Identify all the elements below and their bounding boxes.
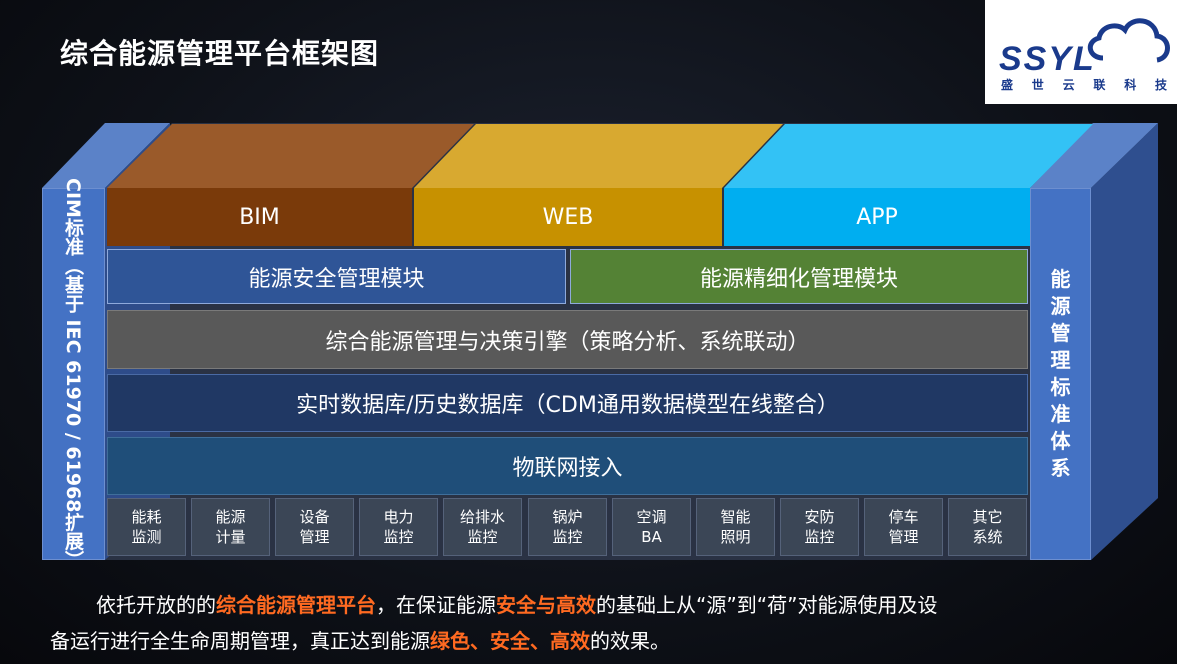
refined-module-label: 能源精细化管理模块: [699, 266, 898, 292]
subsystem-label: 管理: [299, 528, 330, 546]
right-pillar-char: 准: [1050, 402, 1071, 426]
subsystem-label: 设备: [299, 508, 330, 526]
description-text: 依托开放的的综合能源管理平台，在保证能源安全与高效的基础上从“源”到“荷”对能源…: [50, 587, 1150, 659]
subsystem-item: 其它 系统: [948, 498, 1027, 556]
decision-engine-label: 综合能源管理与决策引擎（策略分析、系统联动）: [325, 329, 810, 355]
left-pillar-label: CIM标准（基于 IEC 61970 / 61968扩展）: [62, 178, 84, 570]
left-pillar: CIM标准（基于 IEC 61970 / 61968扩展）: [42, 178, 105, 570]
subsystem-label: 其它: [972, 508, 1003, 526]
security-module-label: 能源安全管理模块: [248, 266, 425, 292]
right-pillar-label: 能源管理标准体系: [1051, 266, 1071, 482]
plain-text: 的效果。: [590, 629, 670, 653]
plain-text: 依托开放的的: [96, 593, 216, 617]
right-pillar-char: 理: [1050, 348, 1071, 372]
security-module: 能源安全管理模块: [107, 249, 566, 304]
web-label: WEB: [542, 204, 594, 230]
subsystem-item: 停车 管理: [864, 498, 943, 556]
iot-layer: 物联网接入: [107, 437, 1028, 495]
subsystem-item: 电力 监控: [359, 498, 438, 556]
right-pillar-char: 源: [1050, 294, 1071, 318]
bim-label: BIM: [239, 204, 280, 230]
highlight-text: 绿色、安全、高效: [430, 629, 590, 653]
subsystem-label: 电力: [383, 508, 414, 526]
database-label: 实时数据库/历史数据库（CDM通用数据模型在线整合）: [296, 393, 839, 418]
subsystem-label: 照明: [720, 528, 751, 546]
subsystem-label: 计量: [215, 528, 246, 546]
plain-text: 备运行进行全生命周期管理，真正达到能源: [50, 629, 430, 653]
subsystem-label: 给排水: [459, 508, 505, 526]
subsystem-item: 能源 计量: [191, 498, 270, 556]
subsystem-label: 监控: [804, 528, 835, 546]
subsystem-item: 能耗 监测: [107, 498, 186, 556]
subsystem-label: 锅炉: [552, 508, 583, 526]
subsystem-label: 监控: [383, 528, 414, 546]
plain-text: ，在保证能源: [376, 593, 496, 617]
subsystem-label: 监控: [552, 528, 583, 546]
right-pillar-char: 标: [1050, 375, 1071, 399]
right-pillar-char: 管: [1050, 321, 1071, 345]
right-pillar: 能源管理标准体系: [1030, 188, 1091, 560]
subsystem-item: 智能 照明: [696, 498, 775, 556]
bim-block: BIM: [107, 188, 412, 246]
subsystem-label: 系统: [972, 528, 1003, 546]
subsystem-item: 设备 管理: [275, 498, 354, 556]
plain-text: 的基础上从“源”到“荷”对能源使用及设: [596, 593, 938, 617]
subsystem-label: 监测: [131, 528, 162, 546]
app-block: APP: [724, 188, 1030, 246]
subsystem-label: 管理: [888, 528, 919, 546]
subsystem-item: 空调 BA: [612, 498, 691, 556]
subsystem-label: 能耗: [131, 508, 162, 526]
right-pillar-char: 能: [1050, 267, 1071, 291]
subsystem-item: 锅炉 监控: [528, 498, 607, 556]
description-line-1: 依托开放的的综合能源管理平台，在保证能源安全与高效的基础上从“源”到“荷”对能源…: [50, 587, 1150, 623]
refined-module: 能源精细化管理模块: [570, 249, 1028, 304]
subsystem-label: 安防: [804, 508, 835, 526]
right-pillar-char: 体: [1050, 429, 1071, 453]
highlight-text: 安全与高效: [496, 593, 596, 617]
subsystem-label: 监控: [467, 528, 498, 546]
decision-engine-layer: 综合能源管理与决策引擎（策略分析、系统联动）: [107, 310, 1028, 369]
right-pillar-char: 系: [1050, 456, 1071, 480]
subsystem-label: 智能: [720, 508, 751, 526]
web-block: WEB: [414, 188, 722, 246]
subsystem-label: 停车: [888, 508, 919, 526]
iot-label: 物联网接入: [512, 456, 623, 481]
highlight-text: 综合能源管理平台: [216, 593, 376, 617]
subsystem-item: 给排水 监控: [443, 498, 522, 556]
description-line-2: 备运行进行全生命周期管理，真正达到能源绿色、安全、高效的效果。: [50, 623, 1150, 659]
subsystem-label: 空调: [636, 508, 667, 526]
database-layer: 实时数据库/历史数据库（CDM通用数据模型在线整合）: [107, 374, 1028, 432]
subsystem-item: 安防 监控: [780, 498, 859, 556]
subsystem-label: 能源: [215, 508, 246, 526]
app-label: APP: [856, 204, 898, 230]
subsystem-label: BA: [641, 528, 662, 546]
